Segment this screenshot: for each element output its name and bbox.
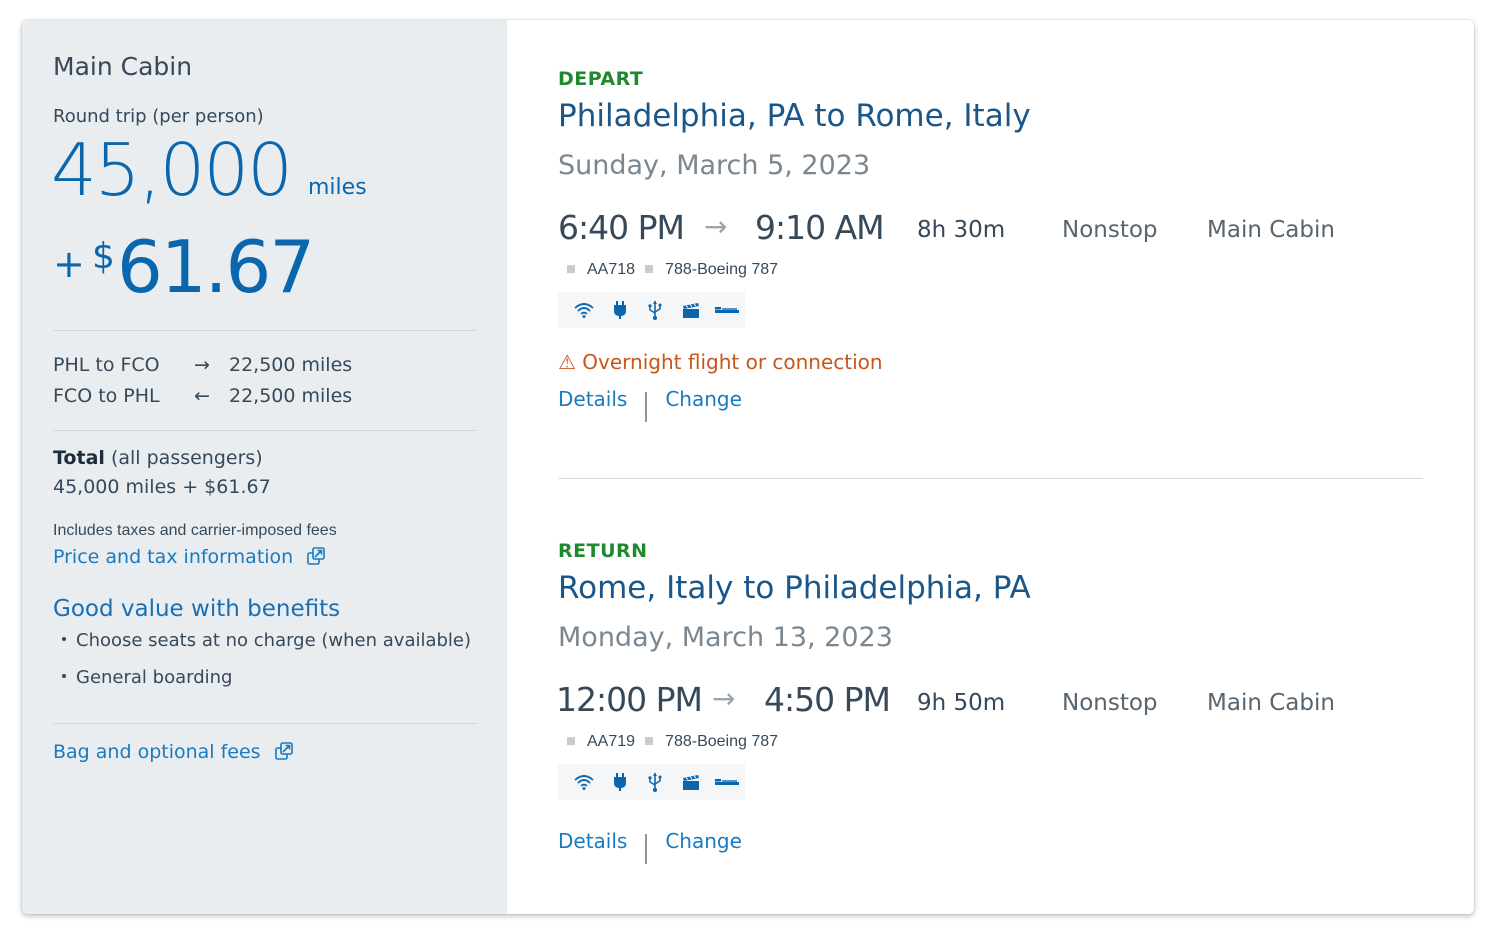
route-title: Philadelphia, PA to Rome, Italy [558,98,1031,134]
warning-icon: ⚠ [558,350,576,374]
external-link-icon [274,742,293,760]
separator [645,834,648,864]
lie-flat-seat-icon [709,300,745,320]
arrow-right-icon: → [194,354,210,376]
change-link[interactable]: Change [665,387,742,411]
price-tax-info-link[interactable]: Price and tax information [53,546,326,568]
stops: Nonstop [1062,217,1158,243]
total-value: 45,000 miles + $61.67 [53,476,271,498]
bag-fees-link[interactable]: Bag and optional fees [53,741,293,763]
lie-flat-seat-icon [709,772,745,792]
benefit-item: Choose seats at no charge (when availabl… [62,630,471,651]
segment-miles: 22,500 miles [229,354,353,376]
cabin-title: Main Cabin [53,52,193,81]
divider [53,723,477,724]
flight-info: AA719 788-Boeing 787 [567,733,778,751]
flight-duration: 8h 30m [917,217,1006,243]
itinerary-panel: DEPART Philadelphia, PA to Rome, Italy S… [507,20,1474,914]
amenities-bar [558,292,745,328]
details-link[interactable]: Details [558,829,627,853]
arrive-time: 9:10 AM [755,208,885,247]
details-link[interactable]: Details [558,387,627,411]
miles-amount: 45,000 [51,128,293,212]
amenities-bar [558,764,745,800]
total-suffix: (all passengers) [104,447,263,469]
flight-date: Monday, March 13, 2023 [558,622,893,653]
direction-label: DEPART [558,68,644,90]
flight-actions: Details Change [558,826,742,864]
arrow-right-icon: → [704,210,728,243]
benefit-text: General boarding [76,667,233,688]
divider [53,430,477,431]
warning-text: Overnight flight or connection [582,350,883,374]
flight-info: AA718 788-Boeing 787 [567,261,778,279]
arrive-time: 4:50 PM [764,680,891,719]
separator [645,392,648,422]
entertainment-icon [673,300,709,320]
change-link[interactable]: Change [665,829,742,853]
wifi-icon [566,300,602,320]
bullet [62,637,66,641]
benefits-title: Good value with benefits [53,596,341,622]
bullet [62,674,66,678]
flight-duration: 9h 50m [917,690,1006,716]
fare-summary-card: Main Cabin Round trip (per person) 45,00… [22,20,1474,914]
currency-symbol: $ [92,236,115,277]
route-title: Rome, Italy to Philadelphia, PA [558,570,1031,606]
flight-number: AA718 [587,261,636,278]
flight-actions: Details Change [558,384,742,422]
section-divider [558,478,1423,479]
total-bold: Total [53,447,105,469]
fee-amount: 61.67 [117,225,315,309]
flight-number: AA719 [587,733,636,750]
arrow-left-icon: ← [194,385,210,407]
miles-unit: miles [308,175,367,200]
flight-date: Sunday, March 5, 2023 [558,150,871,181]
depart-time: 12:00 PM [556,680,703,719]
price-summary-panel: Main Cabin Round trip (per person) 45,00… [22,20,507,914]
segment-route: PHL to FCO [53,354,160,376]
plus-sign: + [53,242,85,286]
arrow-right-icon: → [712,682,736,715]
bullet-square [567,265,575,273]
cabin-class: Main Cabin [1207,690,1335,716]
total-label: Total (all passengers) [53,447,263,469]
segment-miles: 22,500 miles [229,385,353,407]
usb-icon [638,772,674,792]
price-tax-info-label: Price and tax information [53,546,294,568]
divider [53,330,477,331]
external-link-icon [307,547,326,565]
benefit-text: Choose seats at no charge (when availabl… [76,630,472,651]
segment-route: FCO to PHL [53,385,160,407]
bullet-square [567,737,575,745]
bag-fees-label: Bag and optional fees [53,741,261,763]
stops: Nonstop [1062,690,1158,716]
depart-time: 6:40 PM [558,208,685,247]
power-outlet-icon [602,772,638,792]
bullet-square [645,737,654,745]
aircraft: 788-Boeing 787 [665,733,779,750]
taxes-note: Includes taxes and carrier-imposed fees [53,522,337,539]
wifi-icon [566,772,602,792]
aircraft: 788-Boeing 787 [665,261,779,278]
overnight-warning: ⚠ Overnight flight or connection [558,350,883,374]
trip-type-label: Round trip (per person) [53,106,264,127]
cabin-class: Main Cabin [1207,217,1335,243]
entertainment-icon [673,772,709,792]
benefit-item: General boarding [62,667,232,688]
direction-label: RETURN [558,540,648,562]
usb-icon [638,300,674,320]
bullet-square [645,265,654,273]
power-outlet-icon [602,300,638,320]
